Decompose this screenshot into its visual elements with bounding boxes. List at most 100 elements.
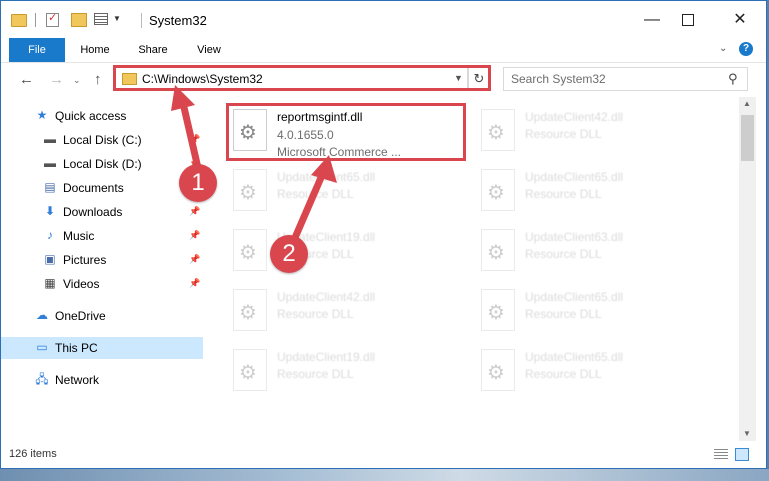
pin-icon[interactable]: 📌 [189,230,200,241]
sidebar-item-label: Music [63,229,95,243]
callout-badge-2: 2 [270,235,308,273]
sidebar-item-network[interactable]: 🖧 Network [1,369,203,391]
cloud-icon: ☁ [36,308,48,322]
star-icon: ★ [36,108,48,122]
computer-icon: ▭ [36,340,48,354]
sidebar-item-label: Network [55,373,100,387]
sidebar-item-label: Documents [63,181,124,195]
gear-dll-icon: ⚙ [481,349,515,391]
recent-locations-icon[interactable]: ⌄ [73,75,81,86]
gear-dll-icon: ⚙ [233,169,267,211]
navigation-bar: ← → ⌄ ↑ C:\Windows\System32 ▼ ↻ Search S… [1,63,766,97]
downloads-icon: ⬇ [44,204,56,218]
file-name: UpdateClient65.dll [525,350,624,364]
status-bar: 126 items [1,441,766,468]
back-arrow-icon[interactable]: ← [19,71,34,88]
sidebar-item-label: Local Disk (D:) [63,157,142,171]
gear-dll-icon: ⚙ [481,109,515,151]
file-type: Resource DLL [525,367,602,381]
forward-arrow-icon[interactable]: → [49,71,64,88]
pictures-icon: ▣ [44,252,56,266]
music-icon: ♪ [47,228,53,242]
file-item[interactable]: ⚙ UpdateClient42.dll Resource DLL [475,103,711,159]
ribbon: File Home Share View ⌄ ? [1,38,766,63]
scroll-up-icon[interactable]: ▲ [743,99,751,108]
drive-icon: ▬ [44,132,56,146]
sidebar-item-label: Pictures [63,253,107,267]
file-type: Resource DLL [525,127,602,141]
pin-icon[interactable]: 📌 [189,206,200,217]
explorer-window: ▼ System32 — ✕ File Home Share View ⌄ ? … [0,0,767,469]
search-input[interactable]: Search System32 ⚲ [503,67,748,91]
callout-badge-1: 1 [179,164,217,202]
file-item[interactable]: ⚙ UpdateClient65.dll Resource DLL [475,283,711,339]
new-folder-icon[interactable] [71,13,87,27]
customize-dropdown-icon[interactable]: ▼ [113,14,121,23]
file-name: UpdateClient65.dll [525,170,624,184]
tiles-view-icon[interactable] [735,448,749,461]
file-item[interactable]: ⚙ UpdateClient42.dll Resource DLL [227,283,463,339]
file-name: UpdateClient42.dll [277,290,376,304]
drive-icon: ▬ [44,156,56,170]
sidebar-item-this-pc[interactable]: ▭ This PC [1,337,203,359]
up-arrow-icon[interactable]: ↑ [94,71,102,88]
divider [35,13,36,27]
file-type: Resource DLL [277,367,354,381]
videos-icon: ▦ [44,276,56,290]
sidebar-item-pictures[interactable]: ▣ Pictures 📌 [1,249,203,271]
sidebar-item-downloads[interactable]: ⬇ Downloads 📌 [1,201,203,223]
window-title: System32 [149,13,207,28]
file-name: UpdateClient65.dll [525,290,624,304]
item-count: 126 items [9,448,57,460]
file-name: UpdateClient19.dll [277,350,376,364]
tab-view[interactable]: View [189,38,229,62]
sidebar-item-label: Quick access [55,109,127,123]
file-item[interactable]: ⚙ UpdateClient19.dll Resource DLL [227,343,463,399]
file-item[interactable]: ⚙ UpdateClient65.dll Resource DLL [475,343,711,399]
maximize-button[interactable] [665,1,711,38]
file-item[interactable]: ⚙ UpdateClient63.dll Resource DLL [475,223,711,279]
search-placeholder: Search System32 [511,72,606,86]
gear-dll-icon: ⚙ [233,349,267,391]
sidebar-item-label: Videos [63,277,100,291]
gear-dll-icon: ⚙ [233,289,267,331]
scroll-down-icon[interactable]: ▼ [743,429,751,438]
search-icon[interactable]: ⚲ [728,71,738,87]
pin-icon[interactable]: 📌 [189,254,200,265]
file-name: UpdateClient63.dll [525,230,624,244]
expand-ribbon-icon[interactable]: ⌄ [719,43,727,54]
gear-dll-icon: ⚙ [481,289,515,331]
sidebar-item-music[interactable]: ♪ Music 📌 [1,225,203,247]
file-type: Resource DLL [525,187,602,201]
tab-file[interactable]: File [9,38,65,62]
details-view-icon[interactable] [714,449,728,461]
title-bar: ▼ System32 — ✕ [1,1,766,38]
folder-icon [11,14,27,27]
tab-share[interactable]: Share [131,38,175,62]
file-type: Resource DLL [525,307,602,321]
divider [141,13,142,28]
documents-icon: ▤ [44,180,56,194]
sidebar-item-onedrive[interactable]: ☁ OneDrive [1,305,203,327]
pin-icon[interactable]: 📌 [189,278,200,289]
gear-dll-icon: ⚙ [481,169,515,211]
view-icon[interactable] [94,13,108,25]
sidebar-item-label: Local Disk (C:) [63,133,142,147]
desktop-background [0,469,769,481]
properties-icon[interactable] [46,11,59,27]
file-type: Resource DLL [277,307,354,321]
help-icon[interactable]: ? [739,42,753,56]
gear-dll-icon: ⚙ [233,229,267,271]
file-item[interactable]: ⚙ UpdateClient65.dll Resource DLL [475,163,711,219]
sidebar-item-label: Downloads [63,205,123,219]
close-button[interactable]: ✕ [717,1,763,38]
sidebar-item-label: OneDrive [55,309,106,323]
file-type: Resource DLL [525,247,602,261]
gear-dll-icon: ⚙ [481,229,515,271]
sidebar-item-label: This PC [55,341,98,355]
sidebar-item-videos[interactable]: ▦ Videos 📌 [1,273,203,295]
file-name: UpdateClient42.dll [525,110,624,124]
tab-home[interactable]: Home [73,38,117,62]
vertical-scrollbar[interactable]: ▲ ▼ [739,97,756,441]
scrollbar-thumb[interactable] [741,115,754,161]
